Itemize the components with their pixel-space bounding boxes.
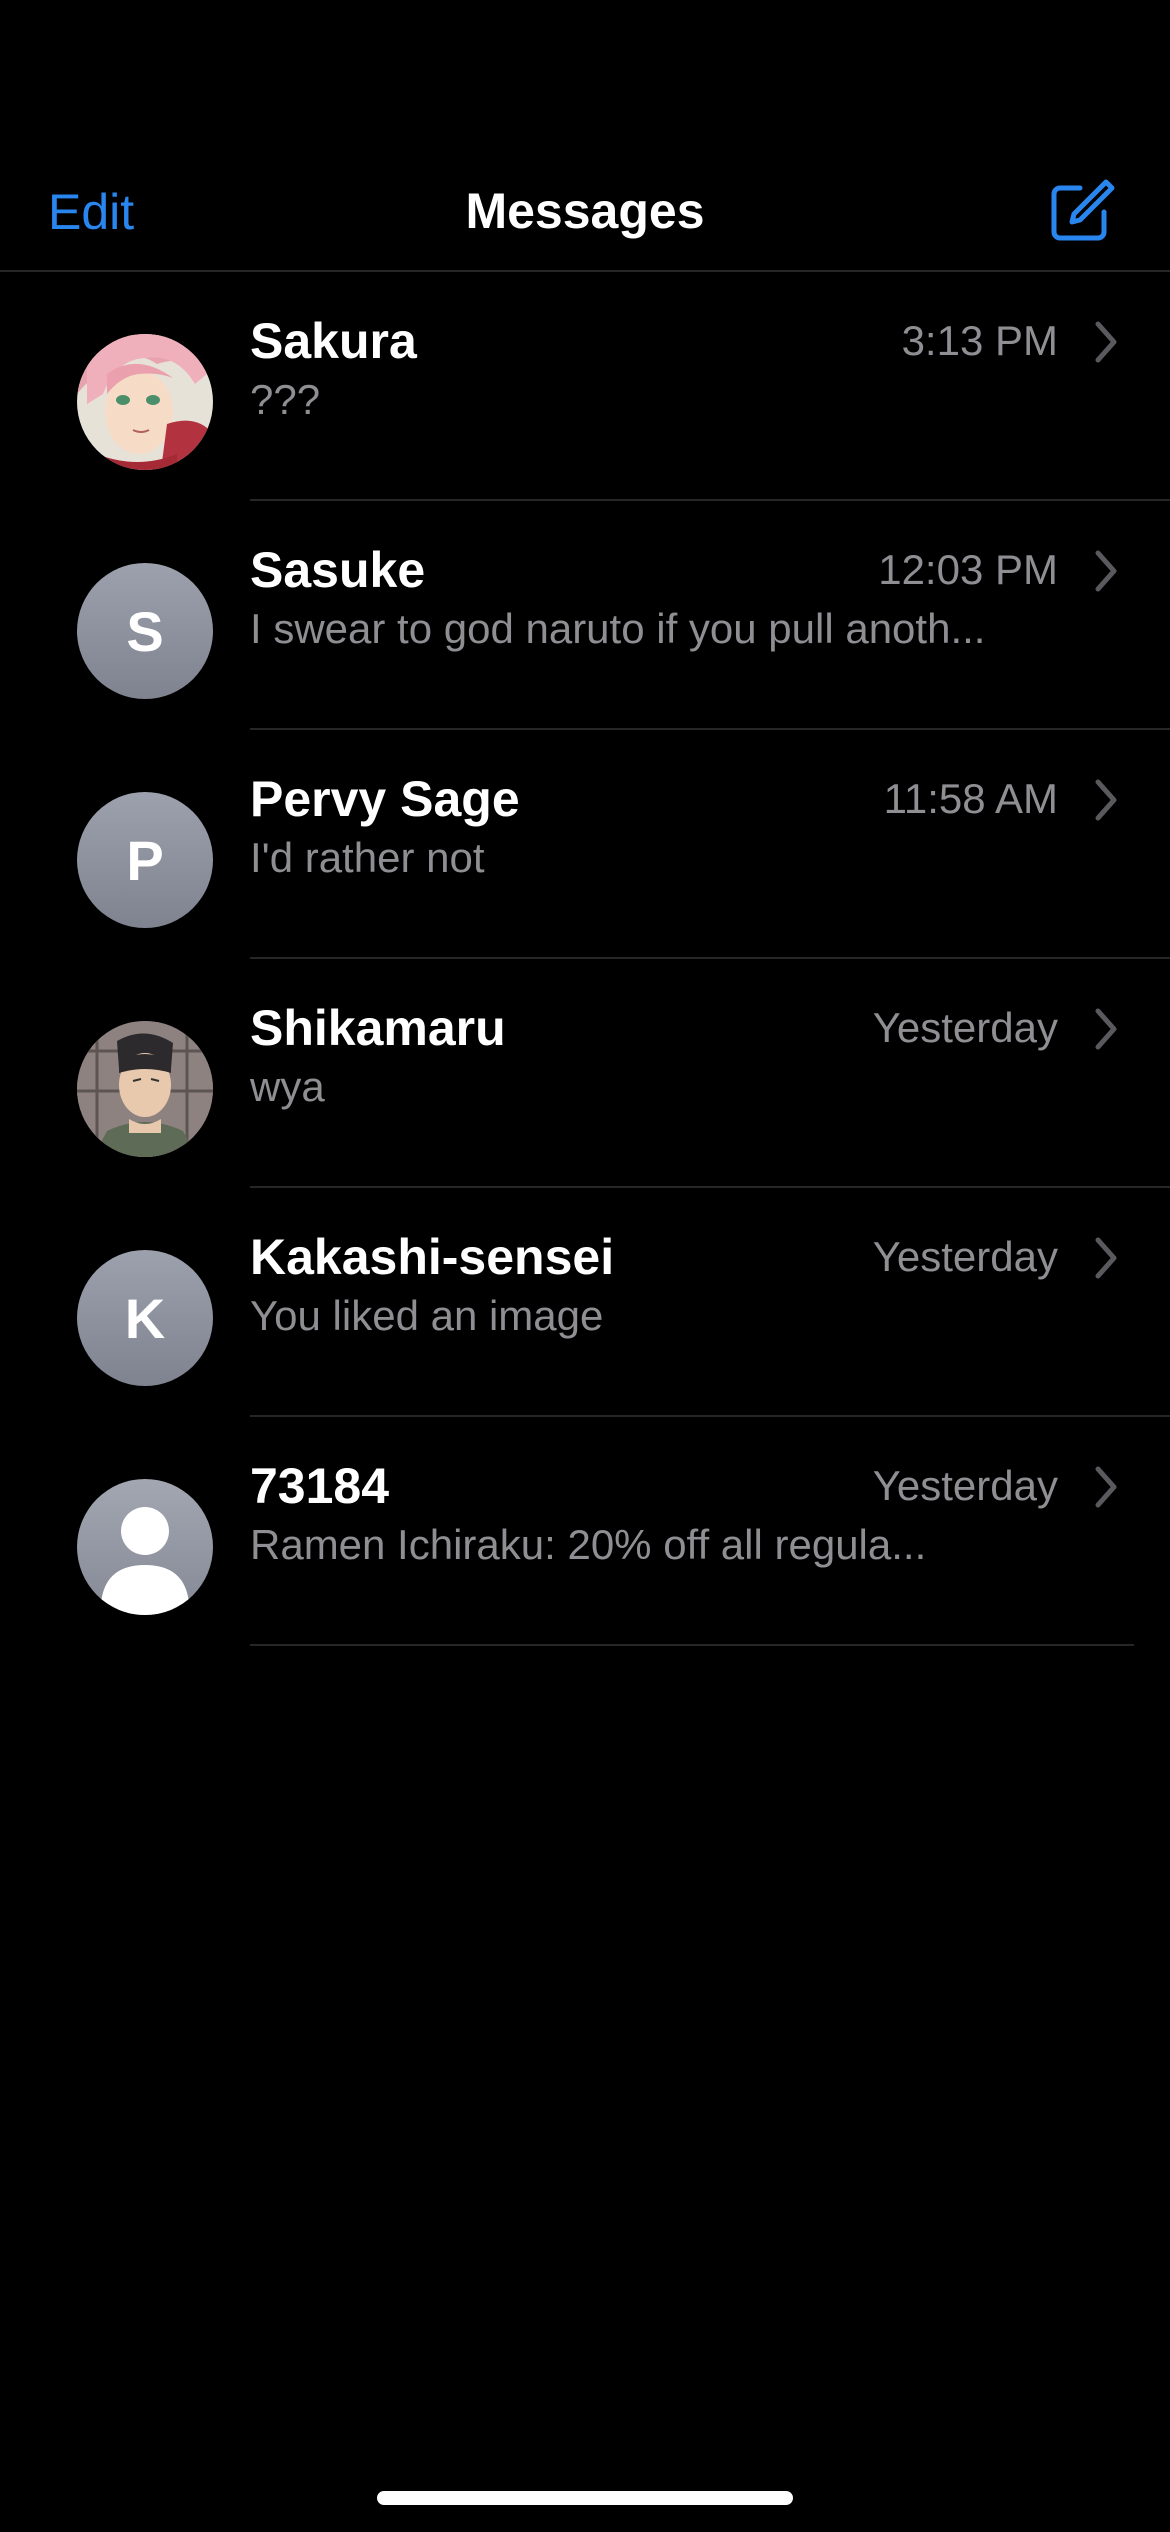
chevron-right-icon (1095, 779, 1117, 821)
chevron-right-icon (1095, 1237, 1117, 1279)
chevron-right-icon (1095, 1466, 1117, 1508)
compose-icon[interactable] (1046, 176, 1116, 246)
avatar-initial: P (77, 792, 213, 928)
contact-name: 73184 (250, 1458, 390, 1514)
message-preview: You liked an image (250, 1292, 604, 1339)
contact-name: Shikamaru (250, 1000, 506, 1056)
divider (250, 1644, 1134, 1646)
timestamp: 3:13 PM (901, 317, 1058, 364)
message-preview: wya (250, 1063, 325, 1110)
contact-name: Pervy Sage (250, 771, 520, 827)
timestamp: Yesterday (872, 1462, 1058, 1509)
chevron-right-icon (1095, 321, 1117, 363)
chevron-right-icon (1095, 1008, 1117, 1050)
timestamp: 11:58 AM (883, 775, 1058, 822)
contact-name: Sasuke (250, 542, 426, 598)
conversation-row-shikamaru[interactable]: Shikamaru Yesterday wya (0, 959, 1170, 1188)
conversation-row-kakashi-sensei[interactable]: K Kakashi-sensei Yesterday You liked an … (0, 1188, 1170, 1417)
contact-name: Kakashi-sensei (250, 1229, 615, 1285)
conversation-row-sasuke[interactable]: S Sasuke 12:03 PM I swear to god naruto … (0, 501, 1170, 730)
conversation-row-sakura[interactable]: Sakura 3:13 PM ??? (0, 272, 1170, 501)
avatar-photo-shikamaru (77, 1021, 213, 1157)
message-preview: ??? (250, 376, 321, 423)
navigation-bar: Edit Messages (0, 0, 1170, 272)
timestamp: Yesterday (872, 1233, 1058, 1280)
avatar-initial: S (77, 563, 213, 699)
avatar-initial: K (77, 1250, 213, 1386)
timestamp: Yesterday (872, 1004, 1058, 1051)
chevron-right-icon (1095, 550, 1117, 592)
home-indicator[interactable] (377, 2491, 793, 2505)
conversation-list: Sakura 3:13 PM ??? S Sasuke 12:03 PM I s… (0, 272, 1170, 1646)
conversation-row-pervy-sage[interactable]: P Pervy Sage 11:58 AM I'd rather not (0, 730, 1170, 959)
page-title: Messages (465, 183, 705, 239)
message-preview: I'd rather not (250, 834, 485, 881)
message-preview: I swear to god naruto if you pull anoth.… (250, 605, 986, 652)
timestamp: 12:03 PM (878, 546, 1058, 593)
conversation-row-73184[interactable]: 73184 Yesterday Ramen Ichiraku: 20% off … (0, 1417, 1170, 1646)
message-preview: Ramen Ichiraku: 20% off all regula... (250, 1521, 927, 1568)
avatar-photo-sakura (77, 334, 213, 470)
contact-name: Sakura (250, 313, 417, 369)
person-silhouette-icon (77, 1479, 213, 1615)
